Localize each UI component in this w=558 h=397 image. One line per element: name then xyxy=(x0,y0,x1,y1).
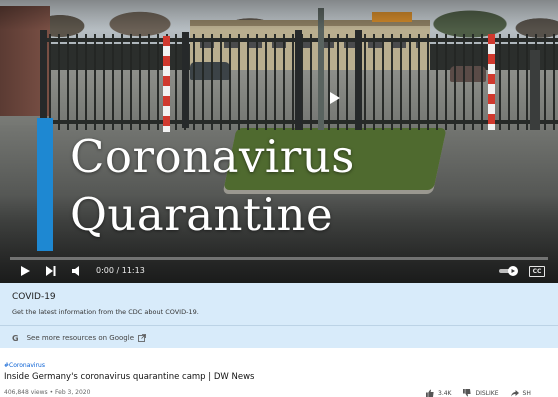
center-play-button[interactable] xyxy=(324,88,346,108)
headline-line-1: Coronavirus xyxy=(70,130,355,183)
autoplay-toggle-icon xyxy=(499,266,518,276)
video-actions: 3.4K DISLIKE SH xyxy=(426,388,543,397)
video-meta: 406,848 views • Feb 3, 2020 xyxy=(4,389,91,396)
video-player[interactable]: Coronavirus Quarantine 0:00 / 11:13 CC xyxy=(0,0,558,283)
like-button[interactable]: 3.4K xyxy=(426,389,451,397)
hashtag-link[interactable]: #Coronavirus xyxy=(4,362,45,369)
autoplay-toggle[interactable] xyxy=(498,262,520,280)
subtitles-button[interactable]: CC xyxy=(528,262,546,280)
share-icon xyxy=(510,390,519,397)
next-button[interactable] xyxy=(44,262,58,280)
play-icon xyxy=(330,92,340,104)
play-button[interactable] xyxy=(18,262,32,280)
share-button[interactable]: SH xyxy=(510,389,531,397)
covid-info-panel: COVID-19 Get the latest information from… xyxy=(0,283,558,348)
play-icon xyxy=(20,266,30,276)
volume-icon xyxy=(72,266,79,276)
share-label: SH xyxy=(522,389,531,397)
skip-next-icon xyxy=(46,266,56,276)
title-accent-bar xyxy=(37,118,53,251)
divider xyxy=(0,325,558,326)
video-title: Inside Germany's coronavirus quarantine … xyxy=(4,372,255,382)
time-display: 0:00 / 11:13 xyxy=(96,266,145,275)
dislike-button[interactable]: DISLIKE xyxy=(463,389,499,397)
player-controls: 0:00 / 11:13 CC xyxy=(0,262,558,280)
cc-icon: CC xyxy=(529,265,545,277)
see-more-resources-label: See more resources on Google xyxy=(26,334,134,342)
headline-line-2: Quarantine xyxy=(70,188,334,241)
youtube-watch-page: Coronavirus Quarantine 0:00 / 11:13 CC C… xyxy=(0,0,558,397)
dislike-label: DISLIKE xyxy=(475,389,499,397)
google-g-icon: G xyxy=(12,333,19,343)
info-panel-description: Get the latest information from the CDC … xyxy=(12,308,199,316)
video-title-overlay: Coronavirus Quarantine xyxy=(70,128,510,244)
external-link-icon xyxy=(138,334,146,342)
info-panel-title: COVID-19 xyxy=(12,292,56,302)
thumbs-down-icon xyxy=(463,389,472,397)
see-more-resources-link[interactable]: G See more resources on Google xyxy=(12,332,146,344)
volume-button[interactable] xyxy=(70,262,84,280)
thumbs-up-icon xyxy=(426,389,434,397)
like-count: 3.4K xyxy=(438,389,452,397)
progress-bar[interactable] xyxy=(10,257,548,260)
